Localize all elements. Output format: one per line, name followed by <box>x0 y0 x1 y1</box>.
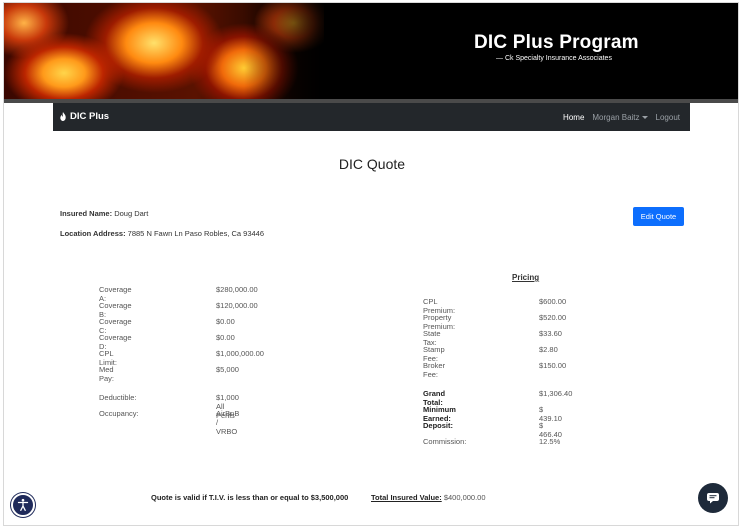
program-title: DIC Plus Program <box>474 32 639 53</box>
nav-links: Home Morgan Baitz Logout <box>563 113 680 122</box>
nav-home[interactable]: Home <box>563 113 584 122</box>
pricing-label: Deposit: <box>423 421 453 430</box>
accessibility-button[interactable] <box>11 493 35 517</box>
chat-icon <box>707 493 719 504</box>
pricing-value: $150.00 <box>539 361 567 370</box>
pricing-value: $1,306.40 <box>539 389 573 398</box>
page-title: DIC Quote <box>338 156 406 172</box>
coverage-value: $120,000.00 <box>216 301 258 310</box>
accessibility-icon <box>17 498 29 511</box>
location-address-value: 7885 N Fawn Ln Paso Robles, Ca 93446 <box>127 229 265 238</box>
coverage-label: Occupancy: <box>99 409 139 418</box>
page-frame: DIC Plus Program — Ck Specialty Insuranc… <box>3 2 739 526</box>
nav-logout[interactable]: Logout <box>656 113 680 122</box>
pricing-value: 12.5% <box>539 437 561 446</box>
coverage-value: $1,000,000.00 <box>216 349 264 358</box>
nav-user-menu[interactable]: Morgan Baitz <box>592 113 648 122</box>
pricing-label: Broker Fee: <box>423 361 446 379</box>
nav-user-name: Morgan Baitz <box>592 113 640 122</box>
pricing-heading: Pricing <box>512 273 540 282</box>
coverage-value: $0.00 <box>216 333 235 342</box>
coverage-value: $280,000.00 <box>216 285 258 294</box>
coverage-label: Med Pay: <box>99 365 115 383</box>
pricing-value: $2.80 <box>539 345 558 354</box>
navbar: DIC Plus Home Morgan Baitz Logout <box>53 103 690 131</box>
coverage-value: $0.00 <box>216 317 235 326</box>
coverage-value: AirBnB / VRBO <box>216 409 240 436</box>
fire-icon <box>60 112 66 121</box>
coverage-value: $5,000 <box>216 365 239 374</box>
quote-validity-note: Quote is valid if T.I.V. is less than or… <box>151 493 349 502</box>
program-subtitle: — Ck Specialty Insurance Associates <box>496 55 612 62</box>
insured-name-label: Insured Name: <box>60 209 113 218</box>
insured-name-value: Doug Dart <box>114 209 149 218</box>
pricing-value: $600.00 <box>539 297 567 306</box>
pricing-value: $33.60 <box>539 329 562 338</box>
chevron-down-icon <box>641 116 648 120</box>
header-banner: DIC Plus Program — Ck Specialty Insuranc… <box>4 3 738 99</box>
location-address: Location Address: 7885 N Fawn Ln Paso Ro… <box>60 229 264 238</box>
insured-name: Insured Name: Doug Dart <box>60 209 148 218</box>
nav-brand[interactable]: DIC Plus <box>59 111 109 122</box>
nav-brand-label: DIC Plus <box>70 111 110 122</box>
total-insured-value: Total Insured Value: $400,000.00 <box>371 493 486 502</box>
tiv-value: $400,000.00 <box>443 493 486 502</box>
chat-button[interactable] <box>698 483 728 513</box>
coverage-label: Deductible: <box>99 393 137 402</box>
location-address-label: Location Address: <box>60 229 126 238</box>
pricing-value: $520.00 <box>539 313 567 322</box>
edit-quote-button[interactable]: Edit Quote <box>633 207 684 226</box>
tiv-label: Total Insured Value: <box>371 493 442 502</box>
pricing-label: Commission: <box>423 437 467 446</box>
